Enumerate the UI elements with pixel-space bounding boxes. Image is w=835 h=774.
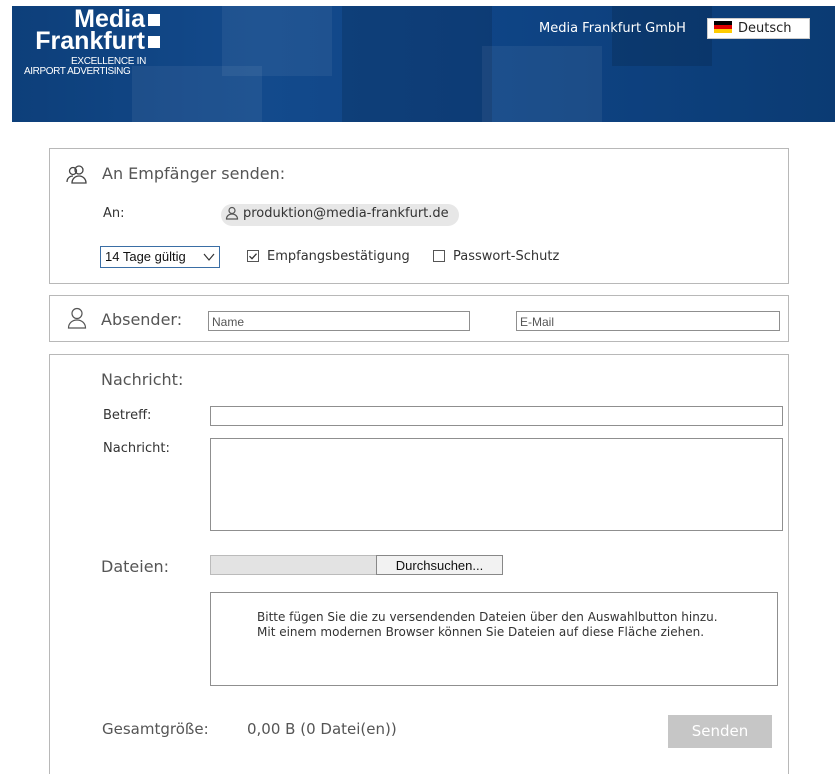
media-frankfurt-logo[interactable]: Media Frankfurt EXCELLENCE IN AIRPORT AD… — [24, 7, 182, 77]
to-label: An: — [103, 206, 125, 221]
language-label: Deutsch — [738, 21, 792, 36]
file-drop-zone[interactable]: Bitte fügen Sie die zu versendenden Date… — [210, 592, 778, 686]
drop-hint-line2: Mit einem modernen Browser können Sie Da… — [257, 625, 705, 639]
message-title: Nachricht: — [101, 370, 184, 389]
receipt-label: Empfangsbestätigung — [267, 249, 410, 264]
german-flag-icon — [714, 21, 732, 33]
sender-email-placeholder: E-Mail — [520, 315, 555, 329]
site-header: Media Frankfurt EXCELLENCE IN AIRPORT AD… — [12, 6, 835, 122]
logo-line2: Frankfurt — [35, 27, 145, 55]
sender-panel: Absender: Name E-Mail — [49, 295, 789, 342]
user-icon — [225, 206, 239, 220]
recipient-chip[interactable]: produktion@media-frankfurt.de — [221, 204, 459, 226]
subject-input[interactable] — [210, 406, 783, 426]
message-panel: Nachricht: Betreff: Nachricht: Dateien: … — [49, 354, 789, 774]
users-icon — [66, 165, 87, 184]
browse-button[interactable]: Durchsuchen... — [376, 555, 503, 575]
receipt-check-box[interactable] — [247, 250, 259, 262]
logo-tagline2: AIRPORT ADVERTISING — [24, 66, 131, 77]
recipient-title: An Empfänger senden: — [102, 164, 286, 183]
language-selector[interactable]: Deutsch — [707, 18, 810, 39]
message-textarea[interactable] — [210, 438, 783, 531]
drop-hint-line1: Bitte fügen Sie die zu versendenden Date… — [257, 610, 718, 624]
send-button[interactable]: Senden — [668, 715, 772, 748]
user-icon — [67, 307, 87, 329]
total-size-label: Gesamtgröße: — [102, 720, 209, 738]
receipt-checkbox[interactable]: Empfangsbestätigung — [247, 249, 410, 264]
body-label: Nachricht: — [103, 441, 170, 456]
chevron-down-icon — [203, 253, 215, 261]
files-label: Dateien: — [101, 557, 170, 576]
recipient-panel: An Empfänger senden: An: produktion@medi… — [49, 148, 789, 284]
validity-value: 14 Tage gültig — [105, 249, 186, 264]
password-checkbox[interactable]: Passwort-Schutz — [433, 249, 559, 264]
validity-select[interactable]: 14 Tage gültig — [100, 246, 220, 268]
password-label: Passwort-Schutz — [453, 249, 560, 264]
recipient-email: produktion@media-frankfurt.de — [243, 206, 449, 221]
checkmark-icon — [249, 253, 257, 260]
subject-label: Betreff: — [103, 408, 152, 423]
sender-title: Absender: — [101, 310, 183, 329]
company-name: Media Frankfurt GmbH — [539, 21, 686, 36]
sender-name-input[interactable]: Name — [208, 311, 470, 331]
password-check-box[interactable] — [433, 250, 445, 262]
total-size-value: 0,00 B (0 Datei(en)) — [247, 720, 397, 738]
file-input[interactable]: Durchsuchen... — [210, 555, 503, 575]
sender-email-input[interactable]: E-Mail — [516, 311, 780, 331]
sender-name-placeholder: Name — [212, 315, 245, 329]
